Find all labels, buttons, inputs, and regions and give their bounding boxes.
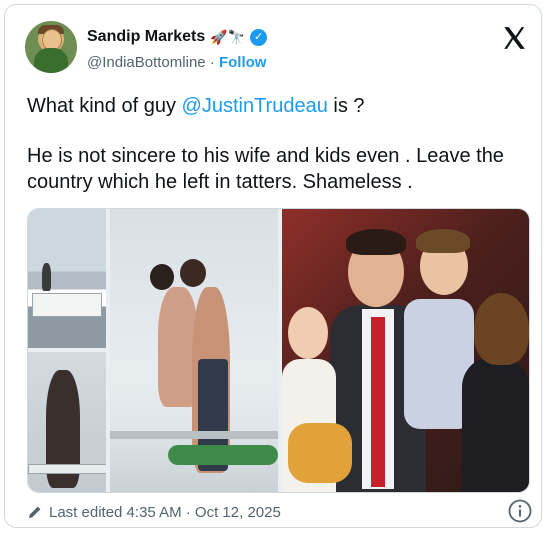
rail-shape: [110, 431, 278, 439]
tweet-card: Sandip Markets 🚀🔭 ✓ @IndiaBottomline · F…: [4, 4, 542, 528]
photo-boat-top[interactable]: [28, 209, 106, 348]
rail-shape: [28, 464, 106, 474]
tweet-line-1-prefix: What kind of guy: [27, 95, 182, 117]
edited-timestamp[interactable]: Last edited 4:35 AM · Oct 12, 2025: [49, 504, 281, 521]
photo-couple-small[interactable]: [28, 352, 106, 492]
head-shape: [180, 259, 206, 287]
author-name-row: Sandip Markets 🚀🔭 ✓: [87, 27, 268, 47]
tweet-footer: Last edited 4:35 AM · Oct 12, 2025: [27, 499, 532, 525]
media-grid[interactable]: [27, 208, 530, 493]
info-icon[interactable]: [508, 499, 532, 523]
hair-shape: [416, 229, 470, 253]
handle-separator: ·: [209, 54, 215, 71]
photo-couple-large[interactable]: [110, 209, 278, 492]
avatar[interactable]: [25, 21, 77, 73]
head-shape: [150, 264, 174, 290]
tweet-line-1-suffix: is ?: [327, 95, 365, 117]
photo-family[interactable]: [282, 209, 529, 492]
toddler-dress-shape: [288, 423, 352, 483]
hair-shape: [474, 293, 529, 365]
x-logo-icon[interactable]: [501, 25, 527, 51]
hair-shape: [346, 229, 406, 255]
tweet-text: What kind of guy @JustinTrudeau is ? He …: [27, 93, 532, 195]
tweet-paragraph-2: He is not sincere to his wife and kids e…: [27, 145, 504, 193]
avatar-body: [34, 48, 68, 73]
author-handle-row: @IndiaBottomline · Follow: [87, 54, 266, 72]
verified-badge-icon: ✓: [250, 28, 268, 46]
tie-shape: [371, 317, 385, 487]
author-emoji: 🚀🔭: [210, 29, 246, 45]
boat-shape: [32, 293, 102, 317]
author-name[interactable]: Sandip Markets: [87, 27, 205, 47]
head-shape: [288, 307, 328, 359]
float-shape: [168, 445, 278, 465]
dress-shape: [462, 357, 529, 492]
pencil-icon: [29, 506, 41, 518]
mention-link[interactable]: @JustinTrudeau: [182, 95, 328, 117]
follow-button[interactable]: Follow: [219, 54, 267, 71]
author-handle[interactable]: @IndiaBottomline: [87, 54, 206, 71]
figure-shape: [42, 263, 51, 291]
tweet-line-1: What kind of guy @JustinTrudeau is ?: [27, 93, 532, 119]
